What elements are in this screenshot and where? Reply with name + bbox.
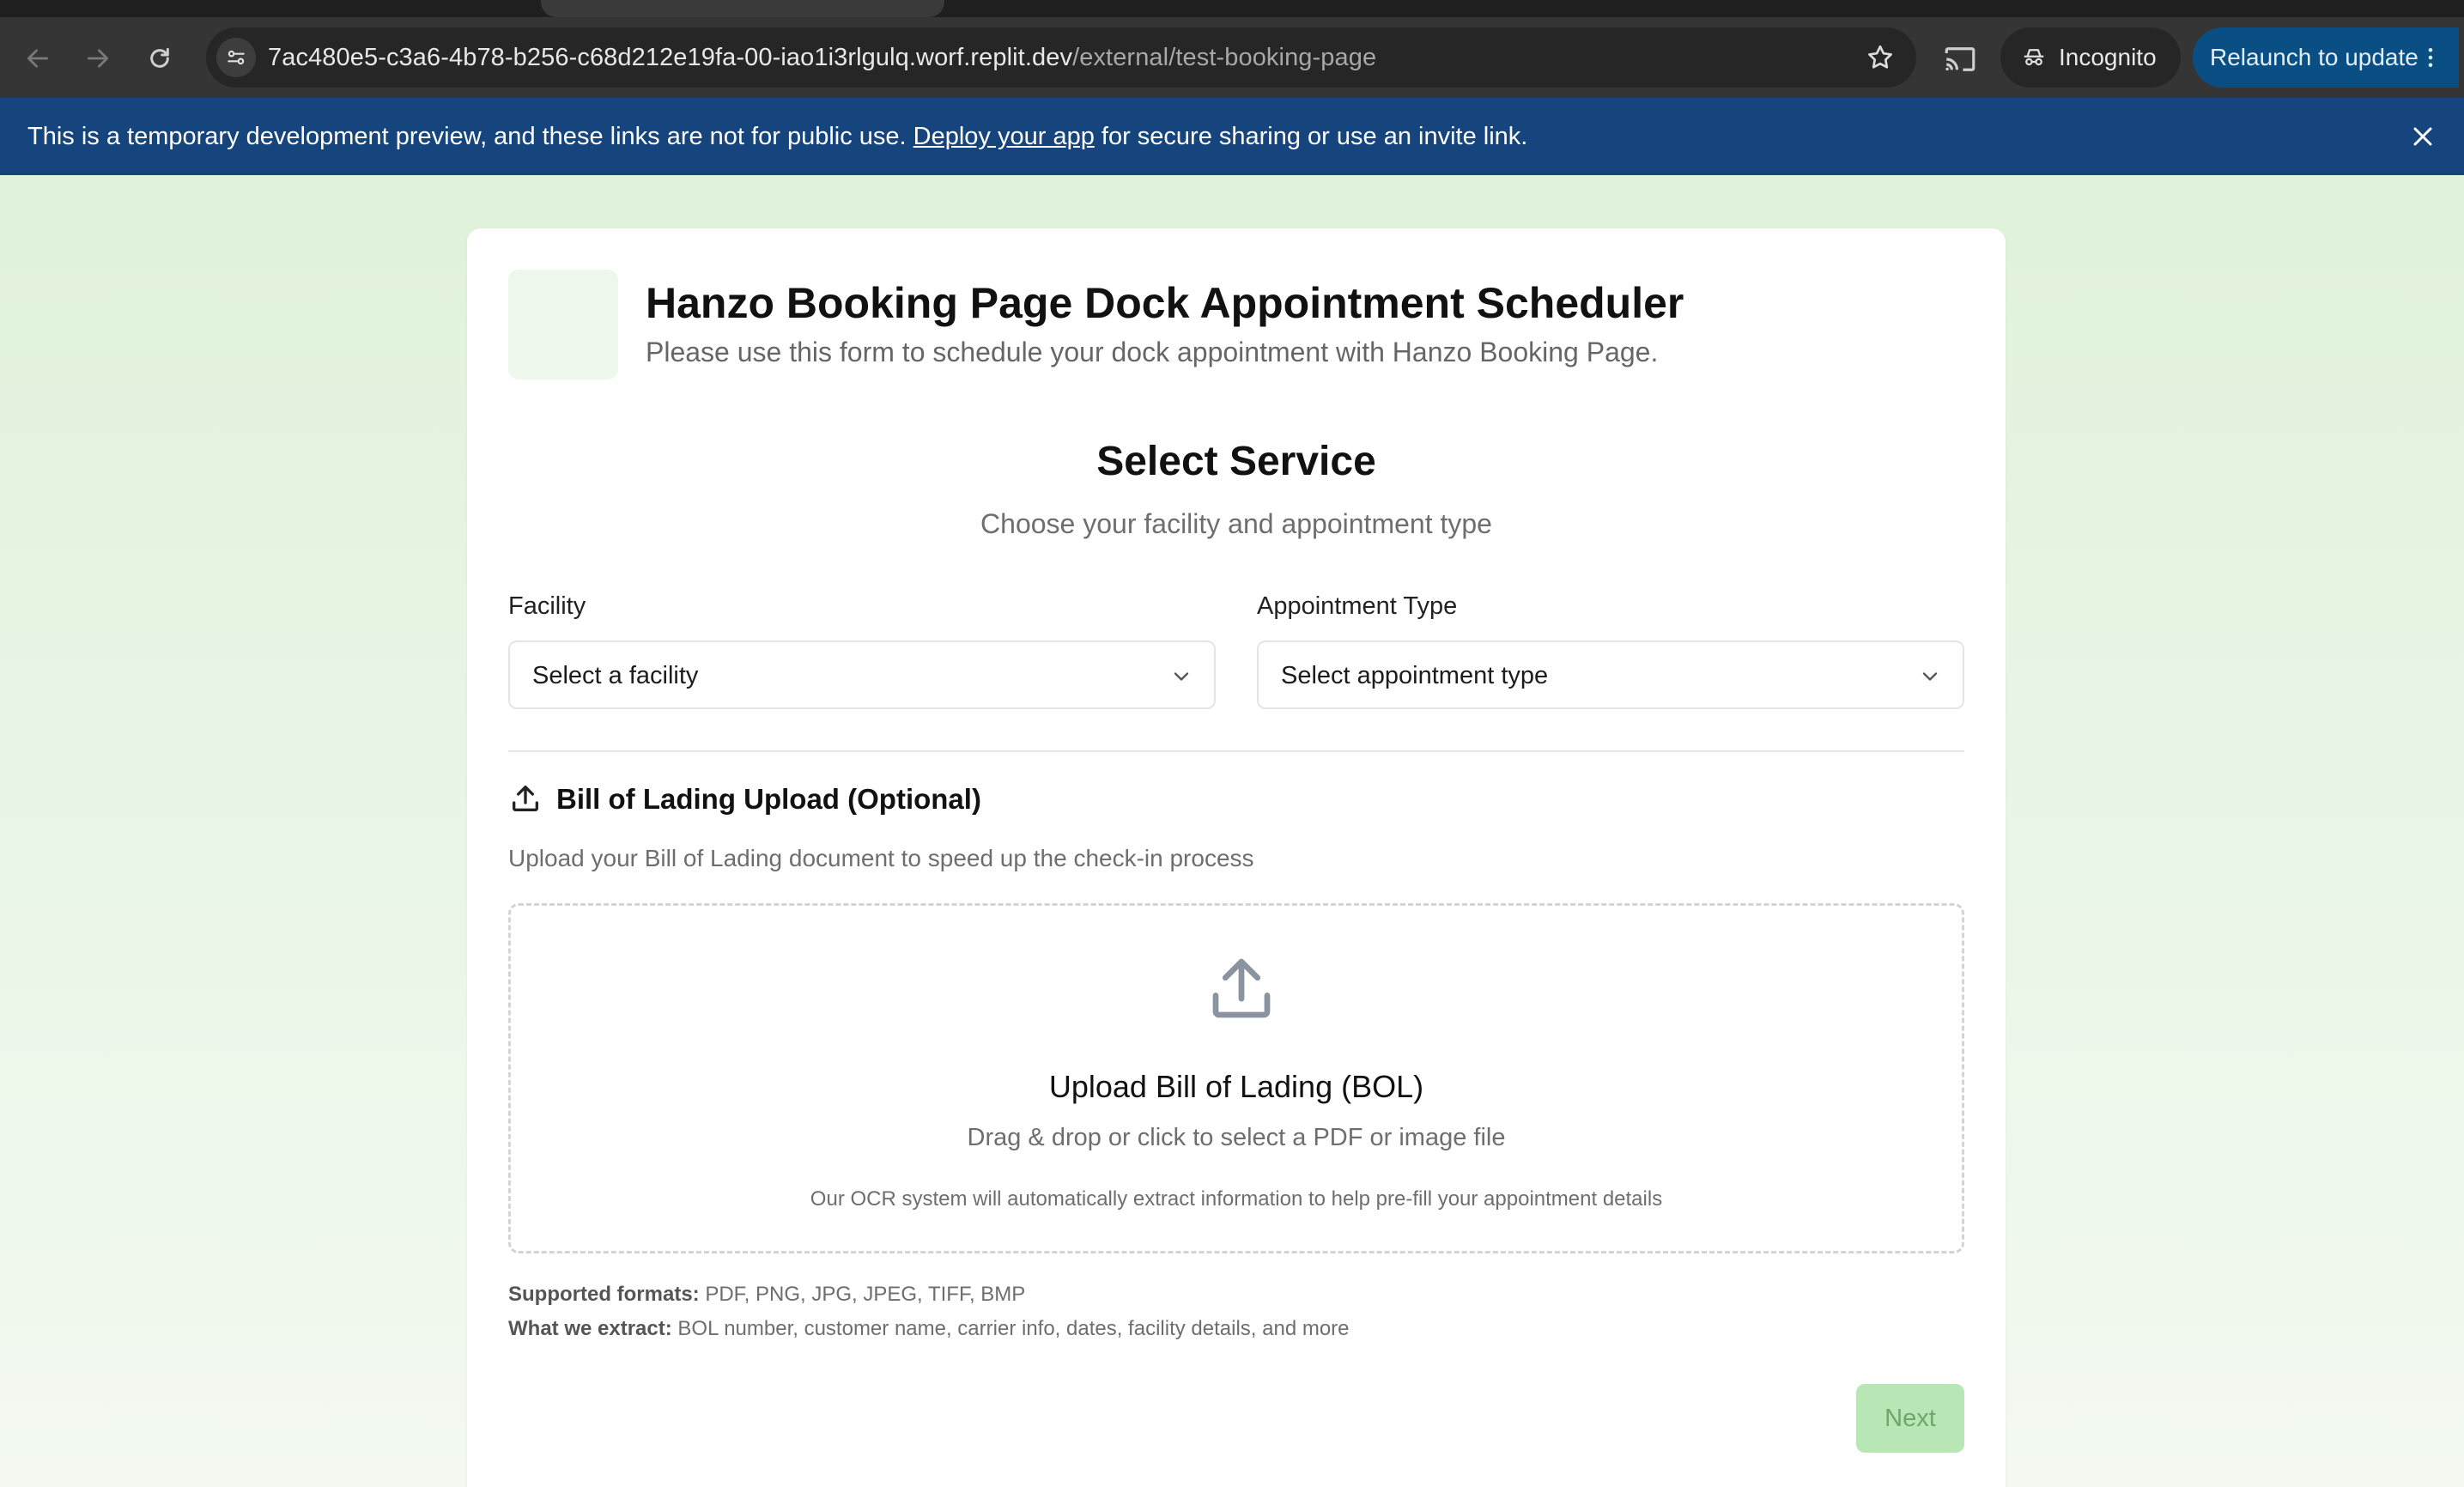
incognito-icon [2024,49,2044,66]
back-arrow-icon [27,49,48,68]
supported-formats-label: Supported formats: [508,1283,700,1306]
dropzone-ocr-note: Our OCR system will automatically extrac… [810,1187,1663,1211]
forward-button[interactable] [79,39,117,77]
url-host: 7ac480e5-c3a6-4b78-b256-c68d212e19fa-00-… [268,44,1073,71]
bol-section-description: Upload your Bill of Lading document to s… [508,845,1254,871]
chevron-down-icon [1174,672,1189,681]
extracted-fields-label: What we extract: [508,1317,672,1340]
extracted-fields-value: BOL number, customer name, carrier info,… [671,1317,1350,1340]
browser-toolbar: 7ac480e5-c3a6-4b78-b256-c68d212e19fa-00-… [0,17,2464,98]
facility-select-value: Select a facility [532,662,699,689]
close-icon[interactable] [2407,121,2438,152]
relaunch-button[interactable]: Relaunch to update [2193,27,2459,88]
supported-formats-info: Supported formats: PDF, PNG, JPG, JPEG, … [508,1283,1025,1307]
reload-button[interactable] [141,39,179,77]
supported-formats-value: PDF, PNG, JPG, JPEG, TIFF, BMP [699,1283,1026,1306]
incognito-label: Incognito [2059,44,2157,70]
dropzone-description: Drag & drop or click to select a PDF or … [967,1124,1506,1151]
star-icon[interactable] [1865,42,1896,73]
page-title: Hanzo Booking Page Dock Appointment Sche… [646,279,1684,327]
dropzone-title: Upload Bill of Lading (BOL) [1048,1069,1424,1104]
site-info-icon [228,50,245,65]
active-tab[interactable] [541,0,944,17]
cast-icon[interactable] [1942,41,1978,77]
site-info-button[interactable] [216,38,256,77]
dev-preview-banner: This is a temporary development preview,… [0,98,2464,175]
facility-select[interactable]: Select a facility [508,640,1216,709]
appointment-type-select-value: Select appointment type [1281,662,1549,689]
bol-dropzone[interactable]: Upload Bill of Lading (BOL) Drag & drop … [508,903,1964,1253]
more-vert-icon[interactable] [2418,45,2443,70]
appointment-type-label: Appointment Type [1257,592,1458,620]
url-path: /external/test-booking-page [1072,44,1377,71]
back-button[interactable] [19,39,57,77]
forward-arrow-icon [88,49,108,68]
deploy-app-link[interactable]: Deploy your app [913,123,1095,150]
address-bar[interactable]: 7ac480e5-c3a6-4b78-b256-c68d212e19fa-00-… [206,27,1916,88]
banner-text-after: for secure sharing or use an invite link… [1094,123,1528,150]
upload-icon [1212,958,1271,1018]
page-subtitle: Please use this form to schedule your do… [646,337,1659,367]
bol-section-title: Bill of Lading Upload (Optional) [556,783,981,815]
section-subtitle: Choose your facility and appointment typ… [980,508,1492,539]
extracted-fields-info: What we extract: BOL number, customer na… [508,1317,1350,1341]
company-logo [508,270,618,379]
next-button[interactable]: Next [1856,1384,1964,1453]
section-divider [508,750,1964,752]
url-text[interactable]: 7ac480e5-c3a6-4b78-b256-c68d212e19fa-00-… [268,27,1376,88]
relaunch-label: Relaunch to update [2210,44,2418,70]
reload-icon [150,47,169,68]
section-title: Select Service [1096,439,1376,484]
booking-card: Hanzo Booking Page Dock Appointment Sche… [467,228,2006,1487]
incognito-indicator[interactable]: Incognito [2000,27,2181,88]
facility-label: Facility [508,592,586,620]
tab-strip [0,0,2464,17]
appointment-type-select[interactable]: Select appointment type [1257,640,1964,709]
banner-text: This is a temporary development preview,… [27,98,1527,175]
banner-text-before: This is a temporary development preview,… [27,123,913,150]
upload-icon [513,786,538,811]
chevron-down-icon [1922,672,1938,681]
